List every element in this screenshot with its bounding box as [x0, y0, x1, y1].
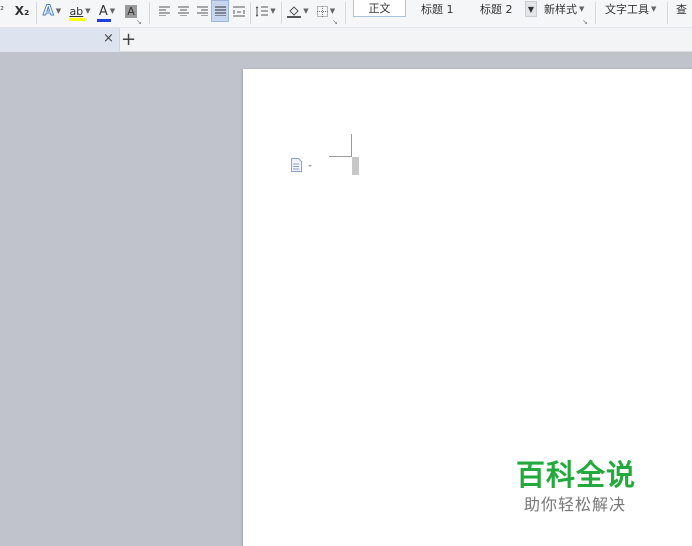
distribute-icon: [233, 6, 245, 16]
align-left-icon: [158, 6, 170, 16]
close-icon[interactable]: ×: [103, 31, 114, 46]
chevron-down-icon[interactable]: ▼: [56, 7, 61, 15]
toolbar-separator: [149, 2, 150, 24]
highlight-icon: ab: [69, 4, 86, 21]
font-dialog-launcher-icon[interactable]: ↘: [136, 18, 142, 26]
style-normal-label: 正文: [368, 2, 391, 15]
line-spacing-button[interactable]: ▼: [253, 0, 279, 22]
style-heading2-label: 标题 2: [480, 2, 513, 16]
margin-corner-mark: [351, 134, 352, 157]
borders-icon: [316, 5, 328, 17]
highlight-color-bar: [69, 18, 86, 21]
margin-corner-mark: [329, 156, 352, 157]
document-icon: [291, 158, 312, 172]
font-color-label: A: [98, 3, 108, 19]
new-style-button[interactable]: 新样式 ▼: [544, 0, 584, 17]
toolbar-separator: [595, 2, 596, 24]
text-tools-button[interactable]: 文字工具 ▼: [605, 0, 656, 17]
text-effect-button[interactable]: A ▼: [39, 0, 65, 22]
align-center-icon: [177, 6, 189, 16]
distribute-button[interactable]: [231, 0, 247, 22]
chevron-down-icon[interactable]: ▼: [110, 7, 115, 15]
chevron-down-icon: ▼: [651, 4, 657, 13]
align-left-button[interactable]: [156, 0, 172, 22]
document-tab[interactable]: ×: [0, 28, 120, 52]
align-right-icon: [196, 6, 208, 16]
highlight-button[interactable]: ab ▼: [66, 0, 94, 22]
toolbar-separator: [281, 2, 282, 24]
chevron-down-icon: ▼: [579, 4, 585, 13]
find-replace-label: 查: [676, 2, 687, 16]
font-color-icon: A: [96, 3, 111, 22]
style-heading1[interactable]: 标题 1: [421, 0, 454, 17]
shading-button[interactable]: ▼: [284, 0, 312, 22]
paragraph-layout-button[interactable]: [290, 157, 314, 173]
line-spacing-icon: [256, 5, 269, 17]
superscript-button-partial[interactable]: ²: [0, 0, 6, 22]
styles-dialog-launcher-icon[interactable]: ↘: [582, 18, 588, 26]
char-shading-icon: A: [125, 4, 137, 18]
highlight-label: ab: [69, 5, 84, 18]
font-color-button[interactable]: A ▼: [94, 0, 120, 22]
toolbar-separator: [250, 2, 251, 24]
text-cursor: [352, 157, 359, 175]
chevron-down-icon[interactable]: ▼: [330, 7, 335, 15]
toolbar-separator: [36, 2, 37, 24]
style-heading1-label: 标题 1: [421, 2, 454, 16]
chevron-down-icon[interactable]: ▼: [270, 7, 275, 15]
text-effect-icon: A: [42, 3, 54, 20]
find-replace-button[interactable]: 查: [676, 0, 692, 17]
paint-bucket-icon: [287, 5, 302, 18]
text-tools-label: 文字工具: [605, 2, 649, 16]
style-gallery-more-button[interactable]: ▼: [525, 1, 537, 17]
style-heading2[interactable]: 标题 2: [480, 0, 513, 17]
watermark-logo-text: 百科全说: [516, 458, 637, 492]
paragraph-dialog-launcher-icon[interactable]: ↘: [332, 18, 338, 26]
chevron-down-icon[interactable]: ▼: [303, 7, 308, 15]
watermark-slogan: 助你轻松解决: [524, 495, 627, 514]
align-right-button[interactable]: [194, 0, 210, 22]
toolbar-separator: [667, 2, 668, 24]
font-color-bar: [96, 18, 111, 22]
style-normal[interactable]: 正文: [353, 0, 406, 17]
chevron-down-icon[interactable]: ▼: [85, 7, 90, 15]
document-tab-bar: × +: [0, 28, 692, 52]
align-center-button[interactable]: [175, 0, 191, 22]
new-tab-button[interactable]: +: [121, 28, 136, 52]
subscript-label: X₂: [14, 4, 30, 18]
chevron-down-icon: ▼: [527, 4, 535, 14]
toolbar-separator: [345, 2, 346, 24]
justify-button[interactable]: [211, 0, 229, 22]
subscript-button[interactable]: X₂: [12, 0, 32, 22]
ribbon-toolbar: ² X₂ A ▼ ab ▼ A ▼ A ↘ ▼ ▼ ▼ ↘ 正文 标题 1 标题…: [0, 0, 692, 28]
new-style-label: 新样式: [544, 2, 577, 16]
justify-icon: [214, 6, 226, 16]
